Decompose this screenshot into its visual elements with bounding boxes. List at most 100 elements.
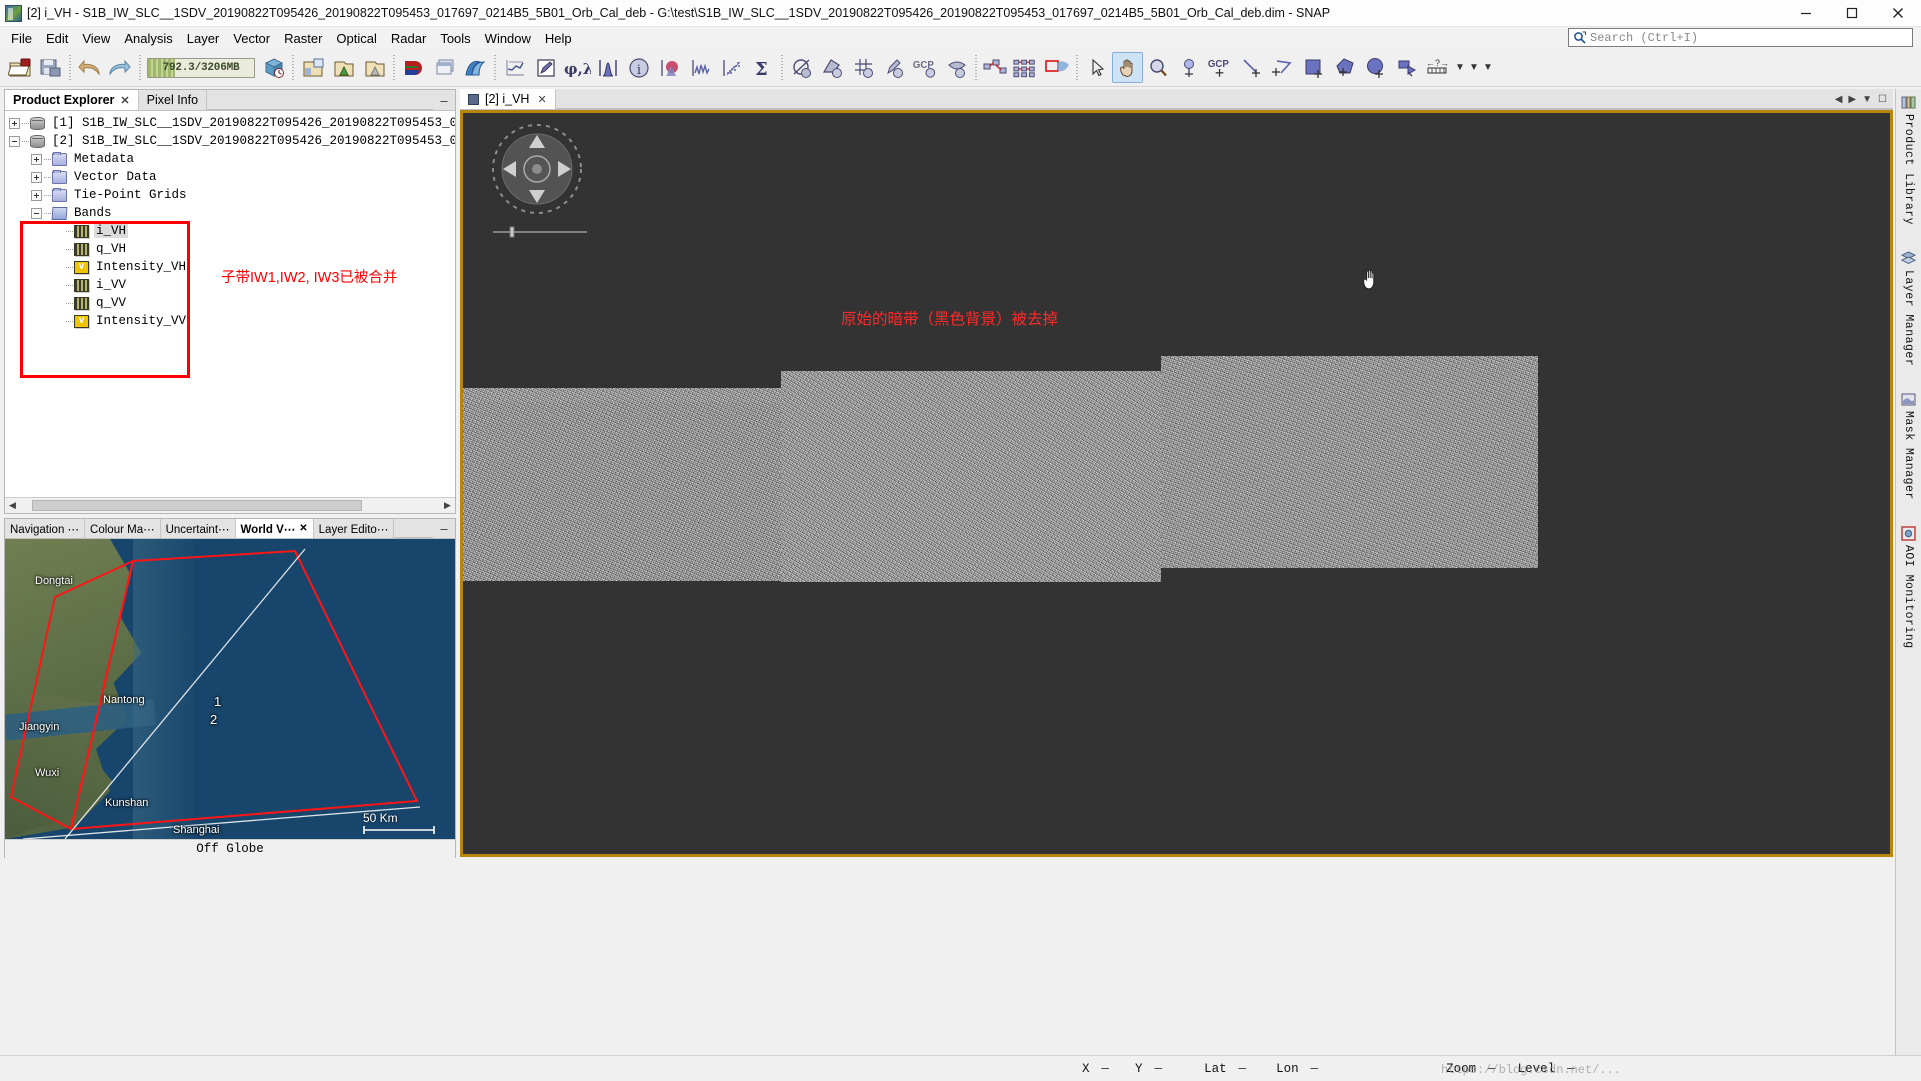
close-icon[interactable]: ✕ [120,94,129,107]
colour-manipulation-icon[interactable] [460,52,491,83]
tree-item-band-q-vh[interactable]: q_VH [5,240,455,258]
memory-monitor[interactable]: 792.3/3206MB [147,57,255,78]
close-icon[interactable]: ✕ [299,523,307,534]
toolbar-overflow-3[interactable]: ▼ [1481,62,1495,73]
expand-icon[interactable] [31,189,42,201]
rgb-image-view-icon[interactable] [398,52,429,83]
maximize-view-icon[interactable]: ☐ [1878,94,1887,105]
open-product-icon[interactable] [4,52,35,83]
magic-wand-tool-icon[interactable] [1391,52,1422,83]
tab-image-i-vh[interactable]: [2] i_VH ✕ [460,89,556,109]
search-input[interactable]: Search (Ctrl+I) [1568,28,1913,47]
gcp-overlay-icon[interactable]: GCP [910,52,941,83]
tree-item-band-i-vh[interactable]: i_VH [5,222,455,240]
menu-view[interactable]: View [75,29,117,48]
scroll-tabs-right-icon[interactable]: ▶ [1848,94,1856,105]
tree-item-band-intensity-vv[interactable]: V Intensity_VV [5,312,455,330]
selection-tool-icon[interactable] [1081,52,1112,83]
product-tree-hscrollbar[interactable]: ◀ ▶ [5,497,455,513]
close-image-window-icon[interactable] [359,52,390,83]
pan-compass-control[interactable] [491,123,583,215]
range-finder-tool-icon[interactable]: ←?→ [1422,52,1453,83]
menu-help[interactable]: Help [538,29,579,48]
geo-coding-icon[interactable]: φ,λ [561,52,592,83]
gcp-placing-tool-icon[interactable]: GCP [1205,52,1236,83]
undo-icon[interactable] [74,52,105,83]
minimize-dock-button[interactable]: – [433,90,455,110]
menu-raster[interactable]: Raster [277,29,329,48]
image-canvas[interactable]: 原始的暗带（黑色背景）被去掉 [460,110,1893,857]
tab-colour-manipulation[interactable]: Colour Ma⋯ [85,519,161,538]
pan-tool-icon[interactable] [1112,52,1143,83]
polyline-drawing-tool-icon[interactable] [1267,52,1298,83]
expand-icon[interactable] [31,153,42,165]
menu-layer[interactable]: Layer [180,29,227,48]
redo-icon[interactable] [105,52,136,83]
expand-icon[interactable] [31,171,42,183]
collapse-icon[interactable] [31,207,42,219]
maximize-button[interactable] [1829,0,1875,27]
zoom-tool-icon[interactable] [1143,52,1174,83]
histogram-icon[interactable] [592,52,623,83]
hscroll-track[interactable] [20,498,440,513]
reset-memory-icon[interactable] [258,52,289,83]
tree-item-tie-point-grids[interactable]: Tie-Point Grids [5,186,455,204]
hscroll-thumb[interactable] [32,500,362,511]
correlative-plot-icon[interactable] [716,52,747,83]
collapse-icon[interactable] [9,135,20,147]
menu-optical[interactable]: Optical [329,29,383,48]
pin-manager-icon[interactable] [530,52,561,83]
sidebar-item-aoi-monitoring[interactable]: AOI Monitoring [1901,526,1916,649]
statistics-icon[interactable]: Σ [747,52,778,83]
sidebar-item-mask-manager[interactable]: Mask Manager [1901,392,1916,500]
tree-item-product-2[interactable]: [2] S1B_IW_SLC__1SDV_20190822T095426_201… [5,132,455,150]
open-rgb-image-icon[interactable] [297,52,328,83]
minimize-dock-button[interactable]: – [433,519,455,538]
tree-item-bands[interactable]: Bands [5,204,455,222]
menu-edit[interactable]: Edit [39,29,75,48]
line-drawing-tool-icon[interactable] [1236,52,1267,83]
rectangle-drawing-tool-icon[interactable] [1298,52,1329,83]
zoom-slider-control[interactable] [491,225,589,238]
graph-builder-icon[interactable] [980,52,1011,83]
tab-uncertainty[interactable]: Uncertaint⋯ [160,519,236,538]
expand-icon[interactable] [9,117,20,129]
menu-file[interactable]: File [4,29,39,48]
profile-plot-icon[interactable] [499,52,530,83]
minimize-button[interactable] [1783,0,1829,27]
geometry-overlay-icon[interactable] [817,52,848,83]
tile-windows-icon[interactable] [429,52,460,83]
scroll-right-icon[interactable]: ▶ [440,498,455,513]
tree-item-band-q-vv[interactable]: q_VV [5,294,455,312]
tab-list-icon[interactable]: ▼ [1862,94,1872,105]
tree-item-metadata[interactable]: Metadata [5,150,455,168]
polygon-drawing-tool-icon[interactable] [1329,52,1360,83]
scroll-left-icon[interactable]: ◀ [5,498,20,513]
world-view-map[interactable]: Dongtai Nantong Jiangyin Wuxi Kunshan Sh… [5,539,455,839]
subset-icon[interactable] [1042,52,1073,83]
close-icon[interactable]: ✕ [537,93,546,106]
tree-item-product-1[interactable]: [1] S1B_IW_SLC__1SDV_20190822T095426_201… [5,114,455,132]
mask-overlay-icon[interactable] [941,52,972,83]
menu-radar[interactable]: Radar [384,29,433,48]
menu-vector[interactable]: Vector [226,29,277,48]
menu-analysis[interactable]: Analysis [117,29,179,48]
tab-navigation[interactable]: Navigation ⋯ [5,519,86,538]
scroll-tabs-left-icon[interactable]: ◀ [1835,94,1843,105]
tab-pixel-info[interactable]: Pixel Info [138,90,208,110]
close-button[interactable] [1875,0,1921,27]
sidebar-item-layer-manager[interactable]: Layer Manager [1900,251,1917,366]
toolbar-overflow-1[interactable]: ▼ [1453,62,1467,73]
menu-tools[interactable]: Tools [433,29,477,48]
scatter-plot-icon[interactable] [654,52,685,83]
batch-processing-icon[interactable] [1011,52,1042,83]
toolbar-overflow-2[interactable]: ▼ [1467,62,1481,73]
graticule-overlay-icon[interactable] [848,52,879,83]
spectrum-view-icon[interactable] [685,52,716,83]
information-icon[interactable]: i [623,52,654,83]
pin-placing-tool-icon[interactable] [1174,52,1205,83]
save-product-icon[interactable] [35,52,66,83]
menu-window[interactable]: Window [478,29,538,48]
tab-product-explorer[interactable]: Product Explorer ✕ [5,90,139,110]
tab-world-view[interactable]: World V⋯ ✕ [235,519,314,538]
